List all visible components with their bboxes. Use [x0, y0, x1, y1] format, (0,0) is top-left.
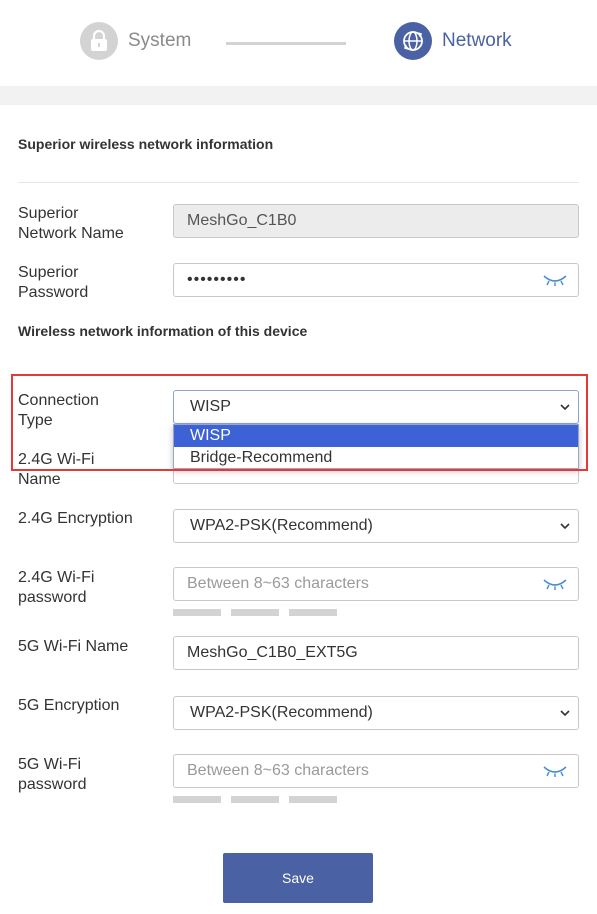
step-system-label: System	[128, 30, 192, 51]
step-network-label: Network	[442, 30, 512, 51]
field-value: MeshGo_C1B0	[187, 212, 297, 229]
field-placeholder: Between 8~63 characters	[187, 762, 369, 779]
dropdown-option-wisp[interactable]: WISP	[174, 425, 578, 447]
save-button[interactable]: Save	[223, 853, 373, 903]
lock-icon	[80, 22, 118, 60]
eye-closed-icon[interactable]	[543, 764, 567, 778]
wifi24-name-label: 2.4G Wi-Fi Name	[18, 450, 168, 490]
wifi5-password-field[interactable]: Between 8~63 characters	[173, 754, 579, 788]
connection-type-select[interactable]: WISP	[173, 390, 579, 424]
wifi5-name-label: 5G Wi-Fi Name	[18, 638, 129, 655]
password-strength-meter	[173, 796, 337, 803]
select-value: WPA2-PSK(Recommend)	[190, 704, 373, 721]
connection-type-label: Connection Type	[18, 391, 168, 431]
eye-closed-icon[interactable]	[543, 273, 567, 287]
superior-password-field[interactable]: •••••••••	[173, 263, 579, 297]
header-separator-band	[0, 86, 597, 105]
strength-bar	[231, 609, 279, 616]
label-line: 2.4G Wi-Fi	[18, 569, 95, 586]
strength-bar	[289, 609, 337, 616]
chevron-down-icon	[560, 522, 570, 529]
wifi5-encryption-label: 5G Encryption	[18, 697, 120, 714]
label-line: password	[18, 589, 87, 606]
label-line: Connection	[18, 392, 99, 409]
step-system[interactable]: System	[80, 22, 191, 60]
superior-network-name-field: MeshGo_C1B0	[173, 204, 579, 238]
strength-bar	[173, 609, 221, 616]
strength-bar	[289, 796, 337, 803]
label-line: 2.4G Wi-Fi	[18, 451, 95, 468]
globe-network-icon	[394, 22, 432, 60]
select-value: WPA2-PSK(Recommend)	[190, 517, 373, 534]
stepper-connector	[226, 42, 346, 45]
dropdown-option-bridge[interactable]: Bridge-Recommend	[174, 447, 578, 469]
superior-network-name-label: Superior Network Name	[18, 204, 168, 244]
section-divider	[18, 182, 579, 183]
eye-closed-icon[interactable]	[543, 577, 567, 591]
connection-type-dropdown: WISP Bridge-Recommend	[173, 424, 579, 469]
strength-bar	[231, 796, 279, 803]
chevron-down-icon	[560, 403, 570, 410]
device-section-title: Wireless network information of this dev…	[18, 323, 308, 339]
wifi5-encryption-select[interactable]: WPA2-PSK(Recommend)	[173, 696, 579, 730]
label-line: Superior	[18, 264, 79, 281]
wifi24-encryption-label: 2.4G Encryption	[18, 510, 133, 527]
wifi5-password-label: 5G Wi-Fi password	[18, 755, 168, 795]
setup-stepper: System Network	[0, 0, 597, 86]
step-network[interactable]: Network	[394, 22, 512, 60]
strength-bar	[173, 796, 221, 803]
field-value: •••••••••	[187, 271, 247, 288]
wifi24-password-field[interactable]: Between 8~63 characters	[173, 567, 579, 601]
label-line: Type	[18, 412, 53, 429]
label-line: 5G Wi-Fi	[18, 756, 82, 773]
superior-password-label: Superior Password	[18, 263, 168, 303]
wifi5-name-field[interactable]: MeshGo_C1B0_EXT5G	[173, 636, 579, 670]
chevron-down-icon	[560, 709, 570, 716]
password-strength-meter	[173, 609, 337, 616]
field-value: MeshGo_C1B0_EXT5G	[187, 644, 358, 661]
label-line: Superior	[18, 205, 79, 222]
label-line: Name	[18, 471, 61, 488]
label-line: password	[18, 776, 87, 793]
field-placeholder: Between 8~63 characters	[187, 575, 369, 592]
label-line: Network Name	[18, 225, 124, 242]
label-line: Password	[18, 284, 89, 301]
wifi24-password-label: 2.4G Wi-Fi password	[18, 568, 168, 608]
wifi24-encryption-select[interactable]: WPA2-PSK(Recommend)	[173, 509, 579, 543]
superior-section-title: Superior wireless network information	[18, 136, 274, 152]
select-value: WISP	[190, 398, 231, 415]
